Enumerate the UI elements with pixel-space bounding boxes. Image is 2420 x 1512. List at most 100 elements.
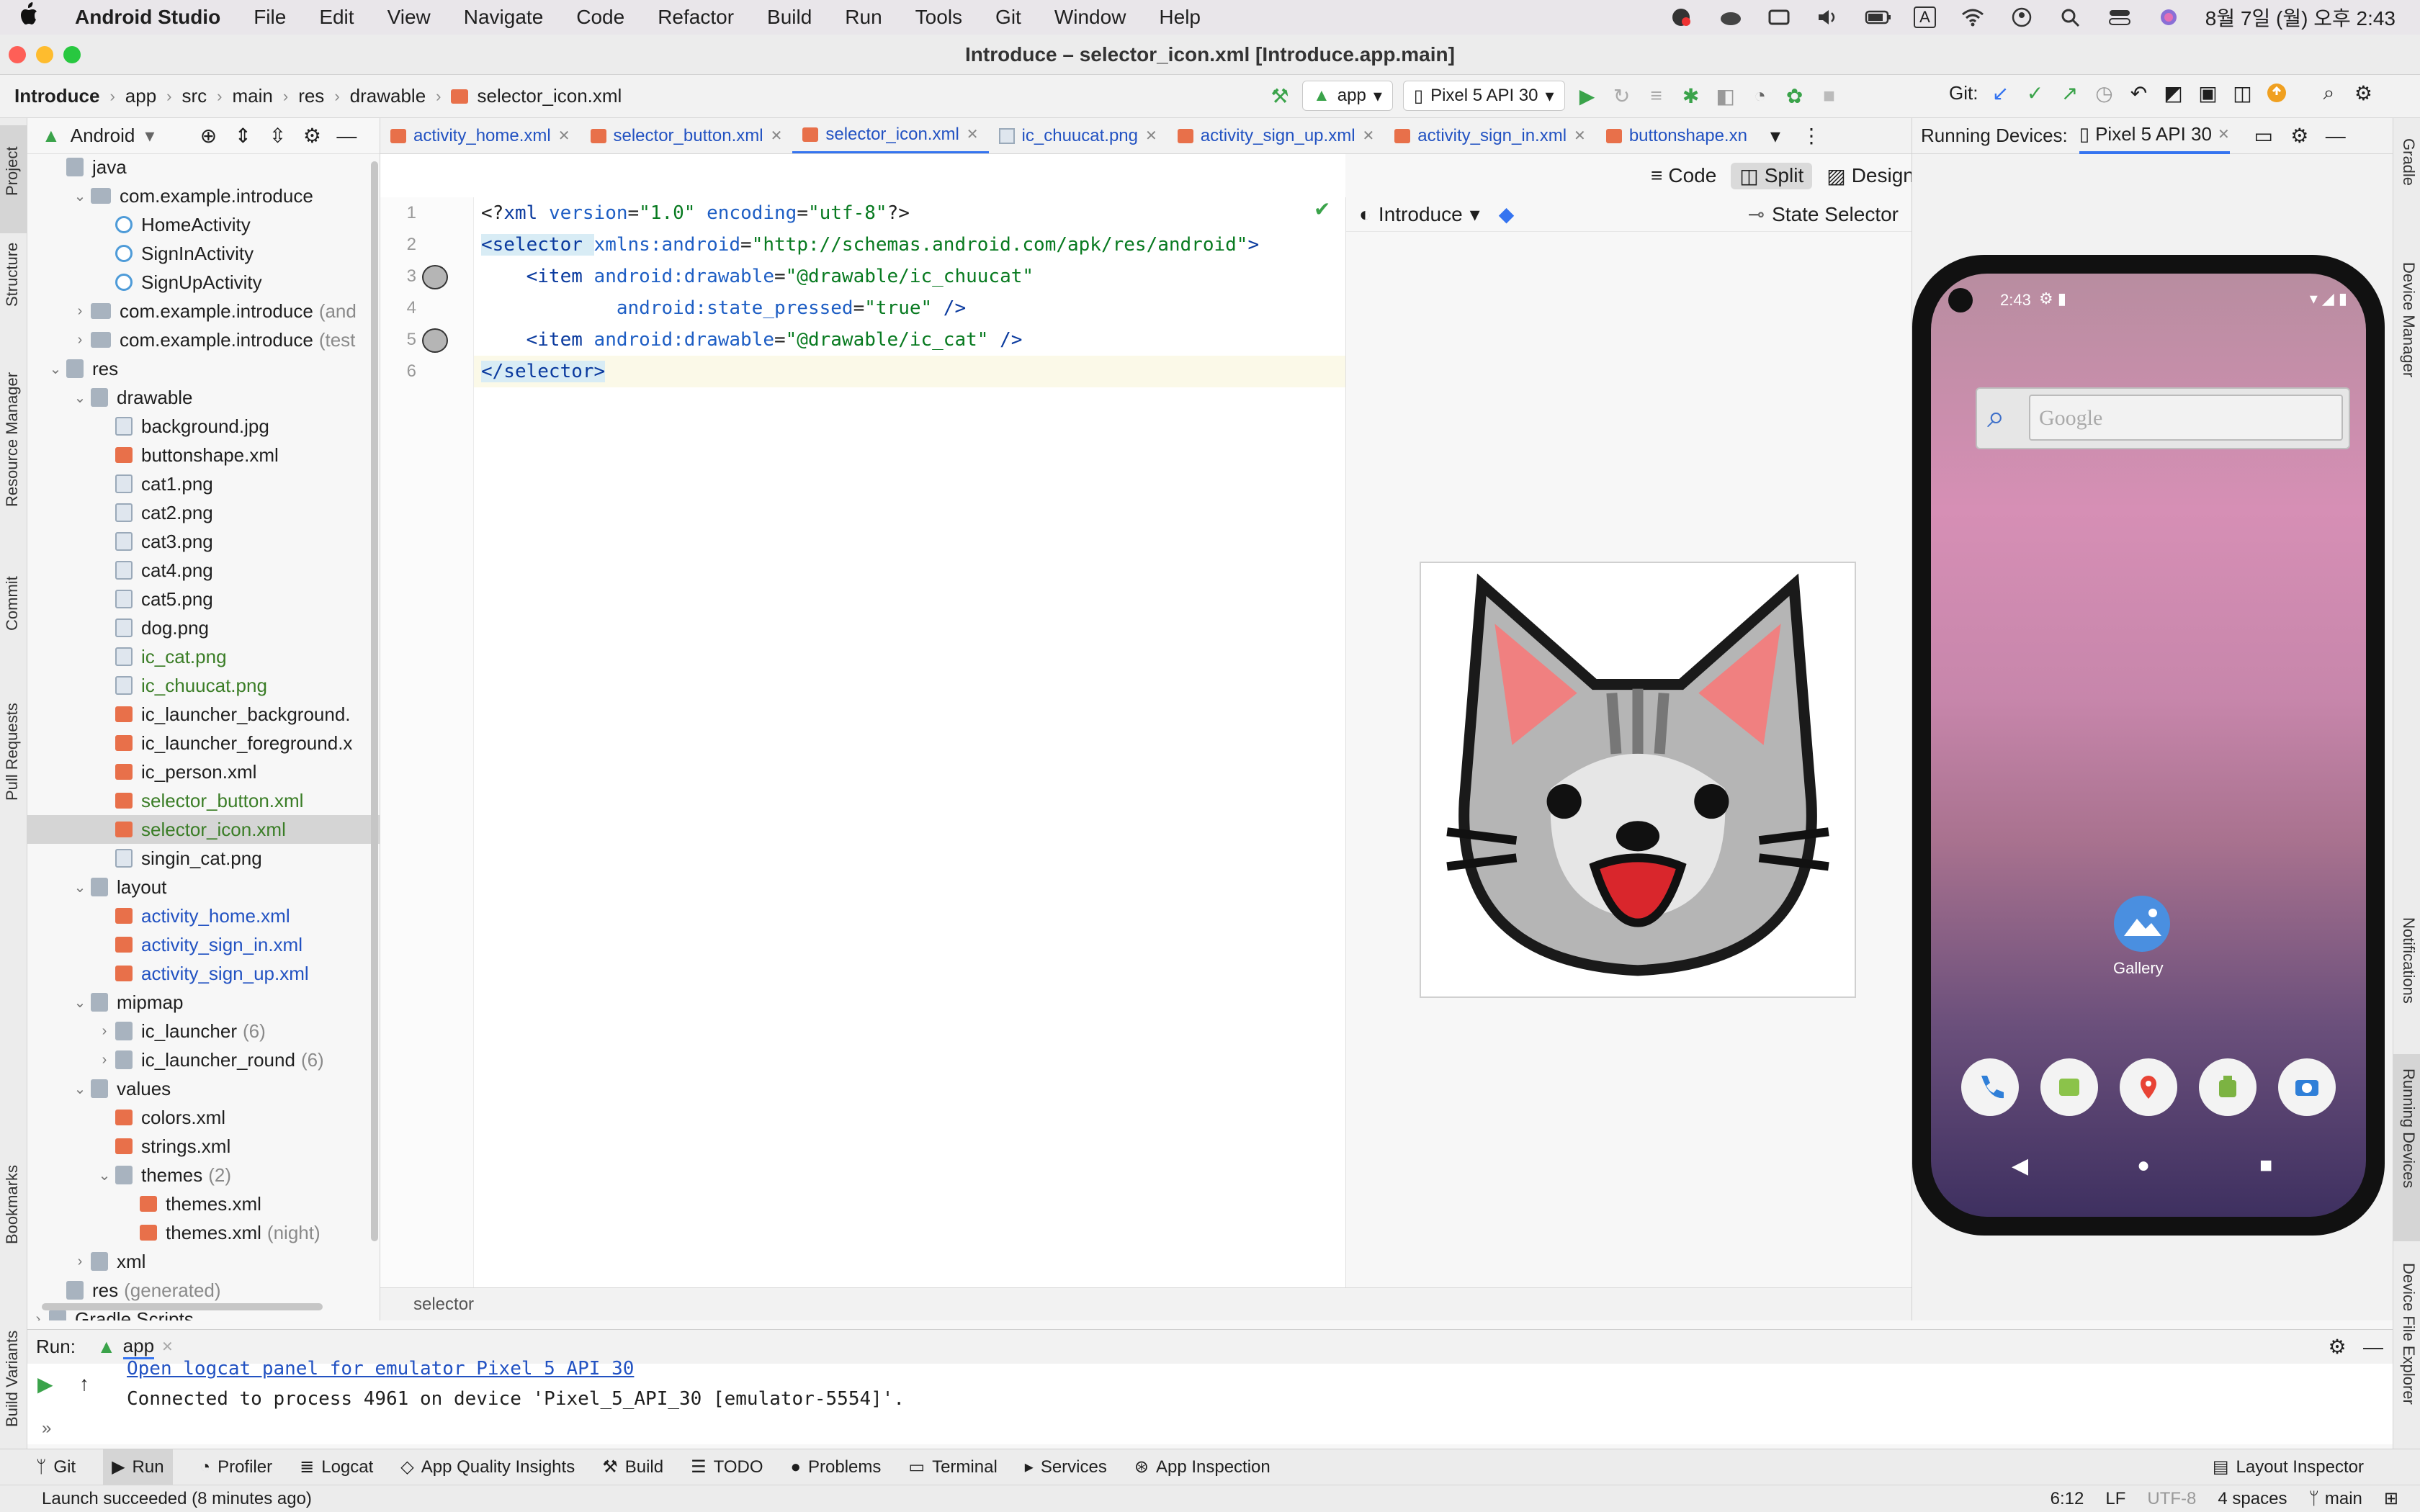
window-layout-icon[interactable]: ▭: [2251, 124, 2276, 148]
app-menu[interactable]: Android Studio: [75, 6, 220, 29]
tool-terminal-button[interactable]: ▭ Terminal: [908, 1457, 997, 1477]
user-icon[interactable]: [2009, 7, 2034, 27]
tree-item[interactable]: ⌄ mipmap: [27, 988, 380, 1017]
tree-item[interactable]: res (generated): [27, 1276, 380, 1305]
google-search-widget[interactable]: ⌕ Google: [1976, 387, 2350, 449]
breadcrumb-item[interactable]: Introduce: [14, 85, 99, 107]
close-tab-icon[interactable]: ✕: [558, 127, 570, 145]
control-center-icon[interactable]: [2107, 7, 2132, 27]
close-tab-icon[interactable]: ✕: [1574, 127, 1586, 145]
tree-item[interactable]: buttonshape.xml: [27, 441, 380, 469]
device-select[interactable]: ▯ Pixel 5 API 30 ▾: [1402, 81, 1565, 111]
tree-item[interactable]: selector_icon.xml: [27, 815, 380, 844]
open-logcat-link[interactable]: Open logcat panel for emulator Pixel 5 A…: [127, 1358, 634, 1380]
camera-app-icon[interactable]: [2278, 1058, 2336, 1116]
breadcrumb-item[interactable]: app: [125, 85, 156, 107]
tree-item[interactable]: › xml: [27, 1247, 380, 1276]
debug-icon[interactable]: ✱: [1679, 84, 1703, 108]
expanded-chevron-icon[interactable]: ⌄: [69, 994, 91, 1012]
tool-build-variants[interactable]: Build Variants: [3, 1331, 22, 1427]
apple-menu-icon[interactable]: [19, 2, 62, 32]
record-icon[interactable]: [1669, 7, 1693, 27]
tool-app-inspection-button[interactable]: ⊛ App Inspection: [1134, 1457, 1270, 1477]
update-icon[interactable]: [2264, 81, 2289, 105]
editor-tab[interactable]: activity_sign_up.xml ✕: [1168, 118, 1385, 153]
git-commit-icon[interactable]: ✓: [2022, 81, 2047, 105]
tool-pull-requests[interactable]: Pull Requests: [3, 703, 22, 801]
design-mode-button[interactable]: ▨ Design: [1818, 163, 1923, 189]
collapsed-chevron-icon[interactable]: ›: [94, 1052, 115, 1068]
expanded-chevron-icon[interactable]: ⌄: [69, 187, 91, 205]
code-line[interactable]: </selector>: [481, 356, 606, 387]
tree-item[interactable]: themes.xml (night): [27, 1218, 380, 1247]
emulator-screen[interactable]: 2:43 ⚙ ▮ ▾ ◢ ▮ ⌕ Google Gallery ◀ ● ■: [1931, 274, 2366, 1217]
tool-problems-button[interactable]: ● Problems: [791, 1457, 882, 1477]
tree-item[interactable]: ⌄ themes (2): [27, 1161, 380, 1189]
menu-edit[interactable]: Edit: [319, 6, 354, 29]
tool-bookmarks[interactable]: Bookmarks: [3, 1165, 22, 1244]
spotlight-search-icon[interactable]: [2058, 7, 2083, 27]
volume-icon[interactable]: [1816, 7, 1840, 27]
locate-icon[interactable]: ⊕: [196, 124, 220, 148]
tab-overflow-chevron-icon[interactable]: ▾: [1763, 124, 1788, 148]
run-config-tab[interactable]: app: [122, 1335, 155, 1359]
menu-git[interactable]: Git: [995, 6, 1021, 29]
chevron-down-icon[interactable]: ▾: [145, 125, 154, 147]
tree-item[interactable]: activity_sign_up.xml: [27, 959, 380, 988]
tree-item[interactable]: ic_cat.png: [27, 642, 380, 671]
chevron-down-icon[interactable]: ▾: [1470, 202, 1480, 226]
menu-code[interactable]: Code: [576, 6, 624, 29]
recents-nav-icon[interactable]: ■: [2259, 1153, 2272, 1178]
project-view-select[interactable]: Android: [71, 125, 135, 147]
tree-item[interactable]: activity_sign_in.xml: [27, 930, 380, 959]
tool-services-button[interactable]: ▸ Services: [1025, 1457, 1107, 1477]
tool-device-file-explorer[interactable]: Device File Explorer: [2399, 1263, 2418, 1405]
menu-clock[interactable]: 8월 7일 (월) 오후 2:43: [2205, 3, 2396, 32]
tool-build-button[interactable]: ⚒ Build: [602, 1457, 663, 1477]
breadcrumb-item[interactable]: res: [298, 85, 324, 107]
back-nav-icon[interactable]: ◀: [2012, 1153, 2028, 1179]
hide-panel-icon[interactable]: —: [334, 124, 359, 148]
menu-tools[interactable]: Tools: [915, 6, 962, 29]
battery-icon[interactable]: [1865, 7, 1891, 27]
breadcrumb-item[interactable]: drawable: [350, 85, 426, 107]
apply-changes-icon[interactable]: ≡: [1644, 84, 1669, 108]
rerun-play-icon[interactable]: ▶: [37, 1372, 53, 1396]
menu-run[interactable]: Run: [845, 6, 882, 29]
tree-item[interactable]: › ic_launcher (6): [27, 1017, 380, 1045]
menu-build[interactable]: Build: [767, 6, 812, 29]
tree-item[interactable]: ic_person.xml: [27, 757, 380, 786]
tree-item[interactable]: selector_button.xml: [27, 786, 380, 815]
menu-window[interactable]: Window: [1054, 6, 1126, 29]
collapsed-chevron-icon[interactable]: ›: [69, 332, 91, 348]
tree-item[interactable]: ⌄ res: [27, 354, 380, 383]
status-message[interactable]: Launch succeeded (8 minutes ago): [42, 1489, 312, 1509]
run-console[interactable]: ▶ ↑ » Open logcat panel for emulator Pix…: [27, 1358, 2393, 1444]
split-mode-button[interactable]: ◫ Split: [1731, 162, 1813, 189]
element-path[interactable]: selector: [413, 1295, 474, 1315]
theme-select[interactable]: Introduce: [1379, 203, 1463, 226]
tree-item[interactable]: cat1.png: [27, 469, 380, 498]
tree-item[interactable]: background.jpg: [27, 412, 380, 441]
attach-debugger-icon[interactable]: ◧: [1713, 84, 1738, 108]
close-tab-icon[interactable]: ✕: [1363, 127, 1375, 145]
code-line[interactable]: <item android:drawable = "@drawable/ic_cat…: [481, 324, 1023, 356]
git-update-icon[interactable]: ↙: [1988, 81, 2012, 105]
tree-item[interactable]: cat4.png: [27, 556, 380, 585]
no-problems-check-icon[interactable]: ✔: [1314, 197, 1330, 221]
tree-item[interactable]: dog.png: [27, 613, 380, 642]
tree-item[interactable]: SignUpActivity: [27, 268, 380, 297]
profile-icon[interactable]: ◔: [1748, 84, 1773, 108]
editor-tab[interactable]: activity_home.xml ✕: [380, 118, 581, 153]
more-options-icon[interactable]: ⋮: [1799, 124, 1824, 148]
close-run-tab-icon[interactable]: ✕: [161, 1338, 174, 1356]
git-push-icon[interactable]: ↗: [2057, 81, 2081, 105]
collapsed-chevron-icon[interactable]: ›: [27, 1311, 49, 1321]
collapse-all-icon[interactable]: ⇳: [265, 124, 290, 148]
code-editor[interactable]: 123456 <? xml version = "1.0" encoding = "utf…: [380, 154, 1345, 1287]
search-icon[interactable]: ⌕: [2316, 81, 2341, 105]
settings-gear-icon[interactable]: ⚙: [2287, 124, 2312, 148]
tree-item[interactable]: › com.example.introduce (test: [27, 325, 380, 354]
expanded-chevron-icon[interactable]: ⌄: [69, 878, 91, 896]
tool-logcat-button[interactable]: ≣ Logcat: [300, 1457, 373, 1477]
